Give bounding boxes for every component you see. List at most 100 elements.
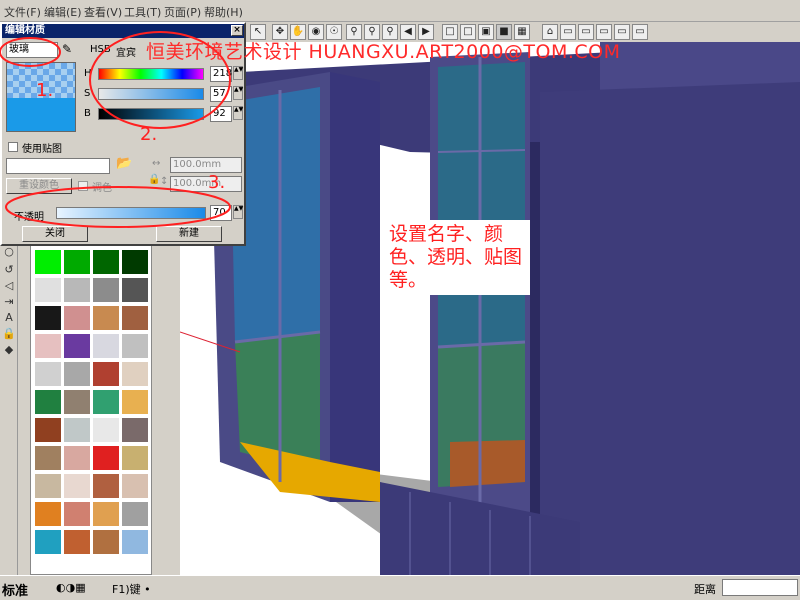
circle-tool-icon[interactable]: ○: [2, 245, 16, 259]
left-bay-side: [330, 72, 380, 502]
distance-label: 距离: [694, 583, 716, 596]
swatch-light-stone: [64, 418, 90, 442]
right-floor-wood: [450, 440, 525, 487]
dialog-close-button[interactable]: ×: [231, 25, 243, 36]
brightness-spinner[interactable]: ▲▼: [233, 106, 243, 120]
brightness-slider[interactable]: [98, 108, 204, 120]
width-link-icon: ↔: [152, 158, 161, 169]
texture-height-field[interactable]: 100.0mm: [170, 176, 242, 192]
menu-help[interactable]: 帮助(H): [204, 4, 243, 20]
polygon-tool-icon[interactable]: ◁: [2, 279, 16, 293]
new-button[interactable]: 新建: [156, 226, 222, 242]
menu-page[interactable]: 页面(P): [164, 4, 201, 20]
swatch-pale: [122, 474, 148, 498]
saturation-value[interactable]: 57: [210, 86, 232, 102]
material-palette: [30, 245, 152, 575]
swatch-green-granite: [35, 390, 61, 414]
swatch-ash: [122, 502, 148, 526]
menu-bar: 文件(F) 编辑(E) 查看(V) 工具(T) 页面(P) 帮助(H): [0, 0, 800, 22]
swatch-sky: [122, 530, 148, 554]
dialog-title: 编辑材质: [5, 25, 45, 36]
text-tool-icon[interactable]: A: [2, 311, 16, 325]
opacity-value[interactable]: 70: [210, 205, 232, 221]
swatch-beige: [35, 474, 61, 498]
material-name-field[interactable]: 玻璃: [6, 42, 58, 58]
arc-tool-icon[interactable]: ↺: [2, 263, 16, 277]
opacity-label: 不透明: [14, 212, 44, 223]
swatch-cobble: [35, 446, 61, 470]
material-swatches: [35, 250, 148, 554]
texture-width-field[interactable]: 100.0mm: [170, 157, 242, 173]
brightness-label: B: [84, 108, 91, 119]
menu-edit[interactable]: 编辑(E): [44, 4, 82, 20]
distance-input[interactable]: [722, 579, 798, 596]
hue-spinner[interactable]: ▲▼: [233, 66, 243, 80]
eyedropper-icon[interactable]: ✎: [62, 42, 72, 56]
swatch-orange: [35, 502, 61, 526]
saturation-slider[interactable]: [98, 88, 204, 100]
status-hint: F1)键 •: [112, 583, 151, 596]
annotation-label-1: 1.: [36, 80, 54, 101]
lock-tool-icon[interactable]: 🔒: [2, 327, 16, 341]
hue-slider[interactable]: [98, 68, 204, 80]
menu-tools[interactable]: 工具(T): [124, 4, 161, 20]
menu-file[interactable]: 文件(F): [4, 4, 41, 20]
use-texture-label: 使用贴图: [22, 144, 62, 155]
swatch-dark-grey: [122, 278, 148, 302]
swatch-light-grey: [35, 278, 61, 302]
height-link-icon: ↕: [160, 176, 169, 187]
swatch-roof-tile: [35, 418, 61, 442]
swatch-slate: [122, 418, 148, 442]
texture-path-field[interactable]: [6, 158, 110, 174]
saturation-label: S: [84, 88, 91, 99]
swatch-white-tile: [93, 418, 119, 442]
opacity-slider[interactable]: [56, 207, 206, 219]
annotation-label-3: 3.: [208, 172, 226, 193]
instruction-note: 设置名字、颜色、透明、贴图等。: [385, 220, 530, 295]
swatch-red: [93, 446, 119, 470]
status-bar: 标准 ◐◑▦ F1)键 • 距离: [0, 575, 800, 600]
left-view-icon[interactable]: ▭: [632, 24, 648, 40]
swatch-grey: [64, 278, 90, 302]
swatch-amber: [93, 502, 119, 526]
3d-viewport[interactable]: [180, 42, 800, 575]
dialog-titlebar: 编辑材质 ×: [2, 24, 244, 38]
swatch-salmon: [64, 502, 90, 526]
brightness-value[interactable]: 92: [210, 106, 232, 122]
close-button[interactable]: 关闭: [22, 226, 88, 242]
swatch-marble: [93, 334, 119, 358]
color-mode[interactable]: HSB: [90, 44, 111, 55]
swatch-rose: [64, 446, 90, 470]
browse-folder-icon[interactable]: 📂: [116, 156, 132, 171]
swatch-terracotta: [93, 474, 119, 498]
paint-bucket-icon[interactable]: ◆: [2, 343, 16, 357]
swatch-rust: [64, 530, 90, 554]
swatch-pink-tile: [35, 334, 61, 358]
annotation-label-2: 2.: [140, 124, 158, 145]
hue-value[interactable]: 218: [210, 66, 232, 82]
measure-tool-icon[interactable]: ⇥: [2, 295, 16, 309]
reset-color-button[interactable]: 重设颜色: [6, 178, 72, 194]
colorize-checkbox[interactable]: [78, 181, 88, 191]
drawing-toolstrip: ○ ↺ ◁ ⇥ A 🔒 ◆: [0, 245, 18, 575]
hue-label: H: [84, 68, 92, 79]
swatch-green: [35, 250, 61, 274]
swatch-wood: [93, 306, 119, 330]
use-texture-checkbox[interactable]: [8, 142, 18, 152]
saturation-spinner[interactable]: ▲▼: [233, 86, 243, 100]
swatch-concrete: [35, 362, 61, 386]
opacity-spinner[interactable]: ▲▼: [233, 205, 243, 219]
lock-aspect-icon: 🔒: [148, 174, 161, 185]
swatch-dark-green: [64, 250, 90, 274]
color-mode-alt[interactable]: 宜宾: [116, 44, 136, 59]
swatch-red-stripe: [93, 362, 119, 386]
status-mode: 标准: [2, 584, 29, 599]
swatch-metal: [64, 362, 90, 386]
swatch-jade: [93, 390, 119, 414]
swatch-gold: [122, 390, 148, 414]
preview-color-fill: [7, 98, 75, 131]
menu-view[interactable]: 查看(V): [84, 4, 122, 20]
swatch-deep-green: [122, 250, 148, 274]
swatch-sand: [122, 362, 148, 386]
swatch-khaki: [122, 446, 148, 470]
